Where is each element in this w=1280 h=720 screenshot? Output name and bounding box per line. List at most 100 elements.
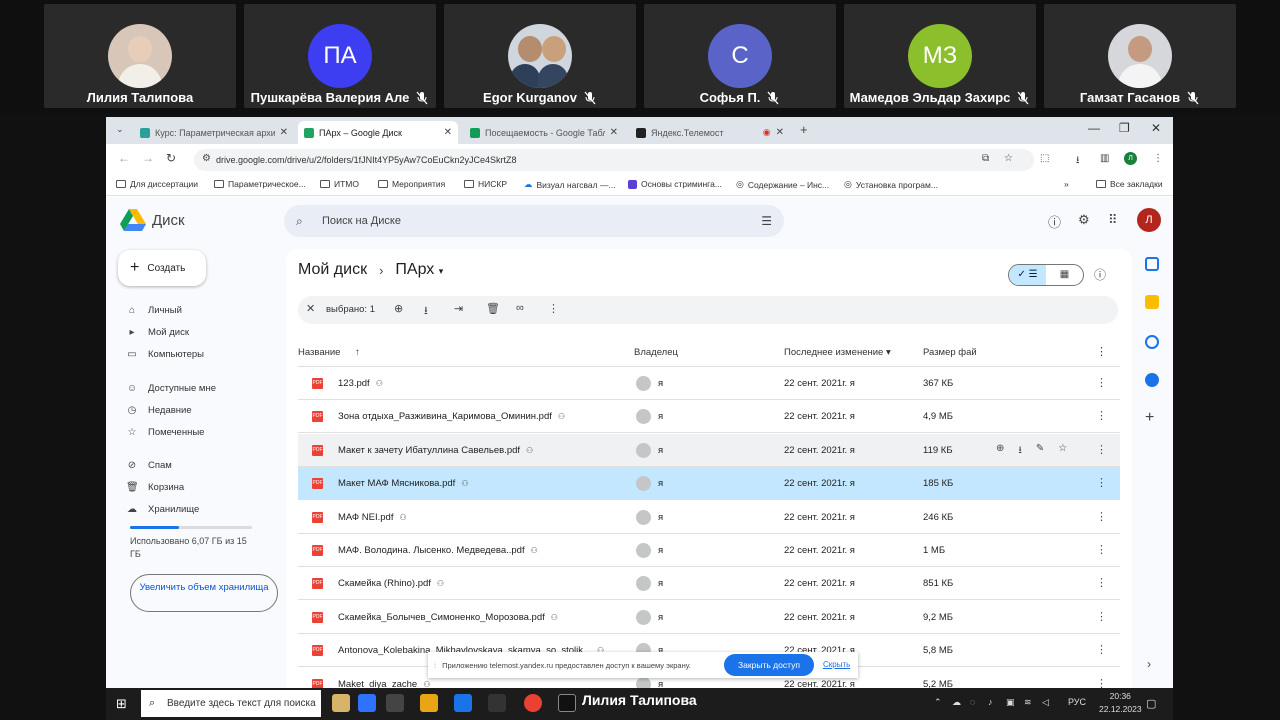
contacts-icon[interactable] (1145, 373, 1159, 387)
apps-grid-icon[interactable]: ⠿ (1108, 212, 1118, 228)
sidebar-item-spam[interactable]: ⊘ Спам (126, 460, 172, 471)
link-icon[interactable]: ∞ (516, 302, 524, 314)
tab-telemost[interactable]: Яндекс.Телемост ◉ ✕ (630, 121, 790, 144)
info-icon[interactable]: ⓘ (1094, 266, 1106, 283)
table-row[interactable]: PDF МАФ NEI.pdf ⚇ я 22 сент. 2021г. я 246 КБ ⋮ (298, 501, 1120, 534)
more-actions-icon[interactable]: ⋮ (548, 302, 559, 315)
gear-icon[interactable]: ⚙ (1078, 212, 1090, 228)
column-owner[interactable]: Владелец (634, 347, 678, 358)
more-options-icon[interactable]: ⋮ (1096, 376, 1107, 389)
avatar[interactable]: Л (1137, 208, 1161, 232)
hide-notice-link[interactable]: Скрыть (823, 660, 850, 669)
new-tab-button[interactable]: + (800, 122, 808, 137)
calendar-icon[interactable] (1145, 257, 1159, 271)
file-name[interactable]: Maket_diya_zache ⚇ (338, 679, 430, 688)
close-icon[interactable]: ✕ (776, 127, 784, 138)
site-info-icon[interactable]: ⚙ (202, 153, 211, 164)
drive-logo[interactable]: Диск (120, 209, 185, 231)
sidebar-item-personal[interactable]: ⌂ Личный (126, 305, 182, 316)
table-row[interactable]: PDF Скамейка_Болычев_Симоненко_Морозова.p… (298, 601, 1120, 634)
wifi-icon[interactable]: ≋ (1024, 697, 1032, 708)
sidebar-item-shared[interactable]: ☺ Доступные мне (126, 383, 216, 394)
participant-tile[interactable]: Гамзат Гасанов (1044, 4, 1236, 108)
bookmark-star-icon[interactable]: ☆ (1004, 153, 1013, 164)
more-options-icon[interactable]: ⋮ (1096, 510, 1107, 523)
onedrive-icon[interactable]: ☁ (952, 697, 961, 708)
bookmark-item[interactable]: ◎ Содержание – Инс... (736, 179, 829, 190)
language-indicator[interactable]: РУС (1068, 697, 1086, 707)
keep-icon[interactable] (1145, 295, 1159, 309)
breadcrumb-current[interactable]: ПАрх ▾ (395, 261, 443, 279)
notifications-icon[interactable]: ▢ (1146, 697, 1156, 710)
task-view-icon[interactable] (386, 694, 404, 712)
download-icon[interactable]: ⭳ (424, 302, 428, 321)
close-icon[interactable]: ✕ (444, 127, 452, 138)
profile-icon[interactable]: Л (1124, 152, 1137, 165)
volume-icon[interactable]: ◁ (1042, 697, 1049, 708)
sidebar-item-my-drive[interactable]: ▸ Мой диск (126, 327, 189, 338)
bookmark-item[interactable]: Для диссертации (116, 179, 198, 189)
file-name[interactable]: Скамейка (Rhino).pdf ⚇ (338, 578, 444, 589)
reload-button[interactable]: ↻ (166, 151, 176, 165)
search-options-icon[interactable]: ☰ (761, 205, 772, 237)
more-options-icon[interactable]: ⋮ (1096, 610, 1107, 623)
table-row[interactable]: PDF Скамейка (Rhino).pdf ⚇ я 22 сент. 2021г.… (298, 567, 1120, 601)
participant-tile[interactable]: Лилия Талипова (44, 4, 236, 108)
grid-view-button[interactable]: ▦ (1046, 265, 1083, 285)
create-button[interactable]: + Создать (118, 250, 206, 286)
windows-start-icon[interactable]: ⊞ (116, 696, 127, 712)
rename-icon[interactable]: ✎ (1036, 443, 1044, 460)
more-options-icon[interactable]: ⋮ (1096, 409, 1107, 422)
file-name[interactable]: Макет к зачету Ибатуллина Савельев.pdf ⚇ (338, 445, 533, 456)
forward-button[interactable]: → (142, 151, 154, 165)
download-icon[interactable]: ⭳ (1018, 443, 1022, 460)
participant-tile[interactable]: ПА Пушкарёва Валерия Але (244, 4, 436, 108)
star-icon[interactable]: ☆ (1058, 443, 1067, 460)
explorer-app-icon[interactable] (332, 694, 350, 712)
sidebar-item-recent[interactable]: ◷ Недавние (126, 405, 192, 416)
more-options-icon[interactable]: ⋮ (1096, 643, 1107, 656)
column-name[interactable]: Название ↑ (298, 347, 360, 358)
tasks-icon[interactable] (1145, 335, 1159, 349)
add-app-icon[interactable]: + (1145, 409, 1154, 427)
file-name[interactable]: МАФ NEI.pdf ⚇ (338, 512, 407, 523)
bookmark-item[interactable]: НИСКР (464, 179, 507, 189)
telemost-app-icon[interactable] (558, 694, 576, 712)
drag-handle-icon[interactable]: ⁞ (434, 661, 436, 670)
more-options-icon[interactable]: ⋮ (1096, 576, 1107, 589)
camera-icon[interactable]: ▣ (1006, 697, 1015, 708)
network-icon[interactable]: ◌ (970, 697, 975, 707)
upgrade-storage-button[interactable]: Увеличить объем хранилища (130, 574, 278, 612)
bookmark-item[interactable]: ☁ Визуал нагсвал —... (524, 179, 616, 190)
help-icon[interactable]: ⓘ (1048, 212, 1061, 231)
bookmarks-overflow-icon[interactable]: » (1064, 179, 1069, 189)
more-options-icon[interactable]: ⋮ (1096, 476, 1107, 489)
sidebar-item-storage[interactable]: ☁ Хранилище (126, 504, 199, 515)
tab-course[interactable]: Курс: Параметрическая архит ✕ (134, 121, 294, 144)
maximize-button[interactable]: ❐ (1119, 121, 1130, 135)
extensions-icon[interactable]: ⬚ (1040, 153, 1049, 164)
table-row[interactable]: PDF Макет к зачету Ибатуллина Савельев.pd… (298, 433, 1120, 467)
share-icon[interactable]: ⊕ (996, 443, 1004, 460)
list-view-button[interactable]: ✓ ☰ (1009, 265, 1046, 285)
folder-app-icon[interactable] (420, 694, 438, 712)
participant-tile[interactable]: МЗ Мамедов Эльдар Захирс (844, 4, 1036, 108)
file-name[interactable]: Макет МАФ Мясникова.pdf ⚇ (338, 478, 468, 489)
taskbar-search-input[interactable]: ⌕ Введите здесь текст для поиска (141, 690, 321, 717)
app-icon[interactable] (488, 694, 506, 712)
sidebar-item-computers[interactable]: ▭ Компьютеры (126, 349, 204, 360)
clear-selection-icon[interactable]: ✕ (306, 302, 315, 315)
url-field[interactable]: drive.google.com/drive/u/2/folders/1fJNI… (194, 149, 1034, 171)
share-icon[interactable]: ⊕ (394, 302, 403, 315)
download-icon[interactable]: ⭳ (1076, 153, 1080, 170)
tab-search-icon[interactable]: ⌄ (116, 124, 124, 135)
bookmark-item[interactable]: Мероприятия (378, 179, 445, 189)
cast-icon[interactable]: ⧉ (982, 153, 989, 164)
app-icon[interactable] (358, 694, 376, 712)
microphone-icon[interactable]: ♪ (988, 697, 993, 707)
more-options-icon[interactable]: ⋮ (1096, 443, 1107, 456)
back-button[interactable]: ← (118, 151, 130, 165)
move-icon[interactable]: ⇥ (454, 302, 463, 315)
sidebar-item-trash[interactable]: 🗑 Корзина (126, 482, 184, 493)
bookmark-item[interactable]: ◎ Установка програм... (844, 179, 938, 190)
